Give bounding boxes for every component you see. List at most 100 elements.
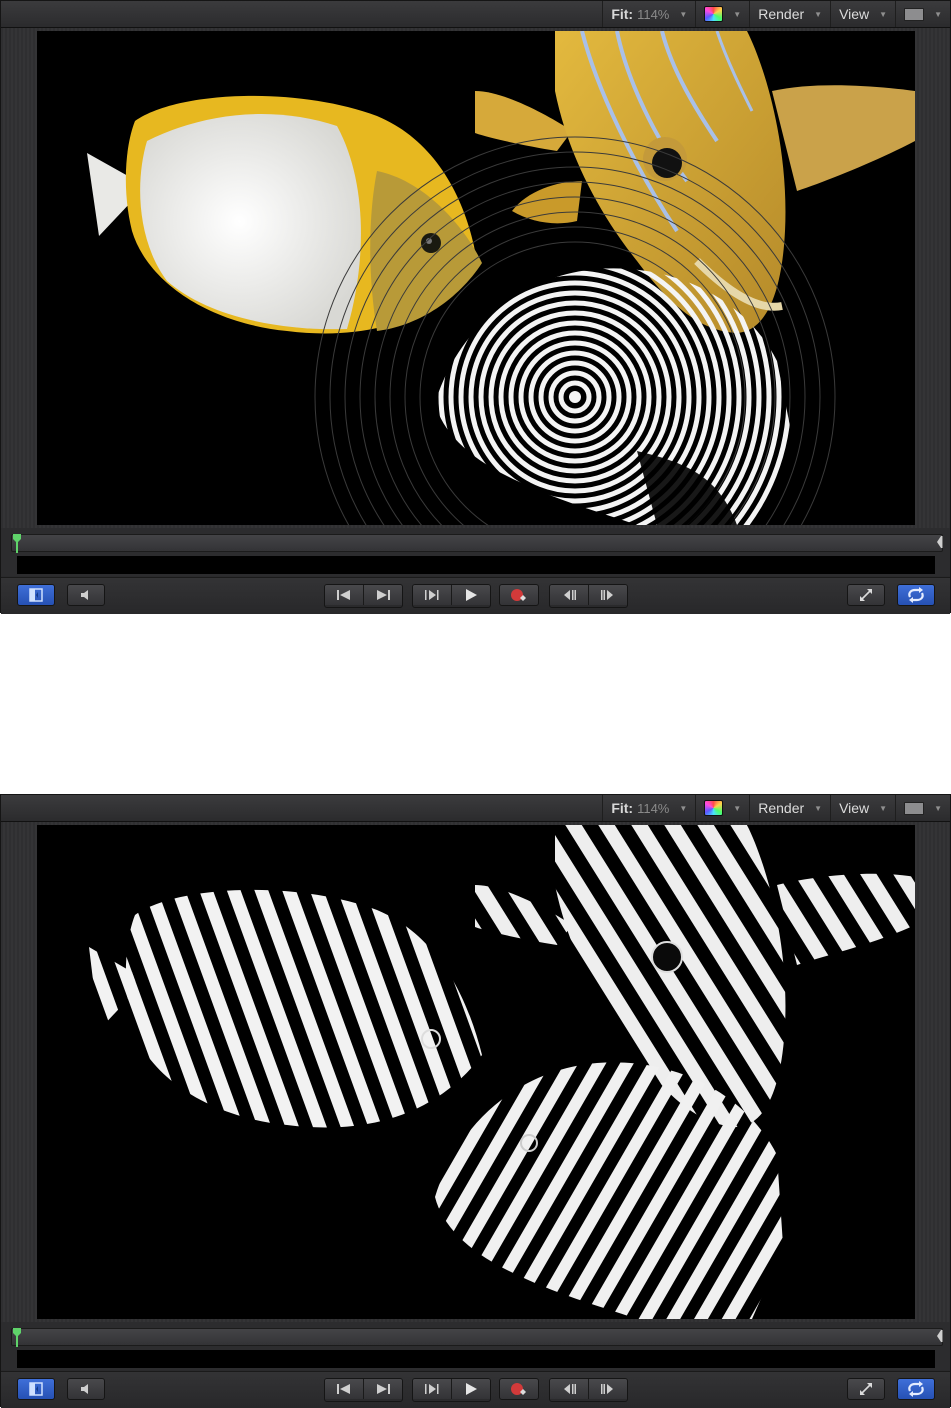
go-to-end-button[interactable] <box>364 585 402 605</box>
play-from-start-button[interactable] <box>413 1379 452 1399</box>
next-frame-button[interactable] <box>589 1379 627 1399</box>
playhead-icon[interactable] <box>12 533 22 553</box>
play-buttons <box>412 584 491 608</box>
view-label: View <box>839 6 870 22</box>
chevron-down-icon: ▼ <box>934 9 942 19</box>
next-frame-icon <box>601 1384 613 1394</box>
chevron-down-icon: ▼ <box>934 803 942 813</box>
chevron-down-icon: ▼ <box>879 803 888 813</box>
playhead-icon[interactable] <box>12 1327 22 1347</box>
show-hide-panel-button[interactable] <box>17 1378 55 1400</box>
color-channels-icon <box>704 6 724 22</box>
viewer-layout-popup[interactable]: ▼ <box>895 795 950 821</box>
go-to-start-button[interactable] <box>325 1379 364 1399</box>
timeline-track[interactable] <box>17 1350 935 1368</box>
fit-value: 114% <box>637 800 670 816</box>
go-to-start-icon <box>337 1384 350 1394</box>
go-to-start-icon <box>337 590 350 600</box>
audio-icon <box>81 1384 88 1394</box>
loop-icon <box>908 587 924 603</box>
previous-frame-button[interactable] <box>550 1379 589 1399</box>
chevron-down-icon: ▼ <box>814 9 823 19</box>
go-to-buttons <box>324 584 403 608</box>
fit-label: Fit: <box>611 6 634 22</box>
go-to-end-icon <box>377 1384 390 1394</box>
play-from-start-icon <box>425 590 439 600</box>
play-button[interactable] <box>452 1379 490 1399</box>
render-popup[interactable]: Render ▼ <box>749 1 830 27</box>
timeline-track[interactable] <box>17 556 935 574</box>
previous-frame-icon <box>564 590 576 600</box>
chevron-down-icon: ▼ <box>733 803 742 813</box>
out-point-icon[interactable] <box>935 1328 943 1344</box>
render-label: Render <box>758 6 805 22</box>
previous-frame-icon <box>564 1384 576 1394</box>
viewer-layout-icon <box>904 801 925 815</box>
audio-button[interactable] <box>67 1378 105 1400</box>
go-to-end-icon <box>377 590 390 600</box>
viewer-layout-icon <box>904 7 925 21</box>
fullscreen-icon <box>860 1383 872 1395</box>
channels-popup[interactable]: ▼ <box>695 795 749 821</box>
out-point-icon[interactable] <box>935 534 943 550</box>
canvas-viewer-after: Fit: 114% ▼ ▼ Render ▼ View ▼ ▼ <box>0 794 951 1408</box>
go-to-end-button[interactable] <box>364 1379 402 1399</box>
show-hide-panel-button[interactable] <box>17 584 55 606</box>
fit-zoom-popup[interactable]: Fit: 114% ▼ <box>602 795 695 821</box>
loop-button[interactable] <box>897 584 935 606</box>
timeline-ruler[interactable] <box>11 1327 943 1347</box>
frame-step-buttons <box>549 584 628 608</box>
loop-icon <box>908 1381 924 1397</box>
canvas-image[interactable] <box>37 31 915 525</box>
show-hide-panel-icon <box>29 588 43 602</box>
canvas-image[interactable] <box>37 825 915 1319</box>
record-icon <box>511 1383 526 1395</box>
play-icon <box>466 1383 477 1395</box>
fullscreen-button[interactable] <box>847 584 885 606</box>
channels-popup[interactable]: ▼ <box>695 1 749 27</box>
go-to-buttons <box>324 1378 403 1402</box>
chevron-down-icon: ▼ <box>733 9 742 19</box>
go-to-start-button[interactable] <box>325 585 364 605</box>
butterflyfish-shape <box>87 95 482 334</box>
fullscreen-icon <box>860 589 872 601</box>
viewer-toolbar: Fit: 114% ▼ ▼ Render ▼ View ▼ ▼ <box>1 795 950 822</box>
next-frame-icon <box>601 590 613 600</box>
render-popup[interactable]: Render ▼ <box>749 795 830 821</box>
frame-step-buttons <box>549 1378 628 1402</box>
fit-label: Fit: <box>611 800 634 816</box>
show-hide-panel-icon <box>29 1382 43 1396</box>
record-icon <box>511 589 526 601</box>
play-buttons <box>412 1378 491 1402</box>
transport-bar <box>1 577 950 614</box>
view-popup[interactable]: View ▼ <box>830 795 895 821</box>
chevron-down-icon: ▼ <box>679 803 688 813</box>
record-button[interactable] <box>499 584 539 606</box>
render-label: Render <box>758 800 805 816</box>
canvas-viewer-before: Fit: 114% ▼ ▼ Render ▼ View ▼ ▼ <box>0 0 951 614</box>
previous-frame-button[interactable] <box>550 585 589 605</box>
play-from-start-icon <box>425 1384 439 1394</box>
chevron-down-icon: ▼ <box>814 803 823 813</box>
loop-button[interactable] <box>897 1378 935 1400</box>
play-icon <box>466 589 477 601</box>
play-button[interactable] <box>452 585 490 605</box>
transport-bar <box>1 1371 950 1408</box>
audio-button[interactable] <box>67 584 105 606</box>
chevron-down-icon: ▼ <box>679 9 688 19</box>
view-label: View <box>839 800 870 816</box>
fullscreen-button[interactable] <box>847 1378 885 1400</box>
viewer-layout-popup[interactable]: ▼ <box>895 1 950 27</box>
record-button[interactable] <box>499 1378 539 1400</box>
mini-timeline <box>1 528 950 576</box>
mini-timeline <box>1 1322 950 1370</box>
fit-value: 114% <box>637 6 670 22</box>
next-frame-button[interactable] <box>589 585 627 605</box>
viewer-toolbar: Fit: 114% ▼ ▼ Render ▼ View ▼ ▼ <box>1 1 950 28</box>
fit-zoom-popup[interactable]: Fit: 114% ▼ <box>602 1 695 27</box>
play-from-start-button[interactable] <box>413 585 452 605</box>
audio-icon <box>81 590 88 600</box>
view-popup[interactable]: View ▼ <box>830 1 895 27</box>
striped-butterflyfish-shape <box>89 889 482 1128</box>
timeline-ruler[interactable] <box>11 533 943 553</box>
